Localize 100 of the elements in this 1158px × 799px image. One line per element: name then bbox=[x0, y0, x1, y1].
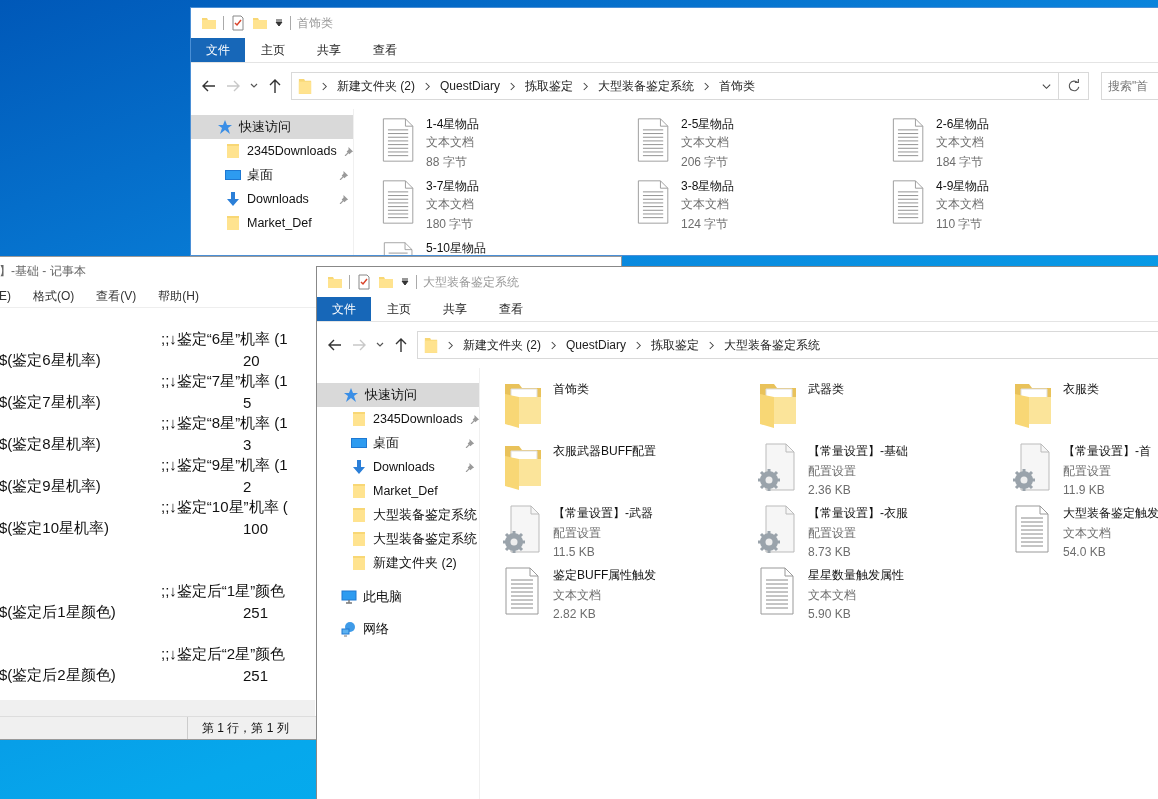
refresh-button[interactable] bbox=[1059, 72, 1089, 100]
sidebar-item[interactable]: 此电脑 bbox=[317, 583, 479, 611]
breadcrumb[interactable]: QuestDiary bbox=[566, 338, 627, 352]
sidebar-item[interactable]: 2345Downloads bbox=[317, 407, 479, 431]
file-name[interactable]: 大型装备鉴定触发 bbox=[1063, 505, 1158, 522]
pin-icon[interactable] bbox=[464, 461, 475, 473]
breadcrumb[interactable]: 首饰类 bbox=[719, 77, 756, 95]
up-arrow-icon[interactable] bbox=[267, 78, 283, 94]
checklist-icon[interactable] bbox=[356, 274, 372, 290]
pin-icon[interactable] bbox=[342, 145, 353, 157]
pin-icon[interactable] bbox=[468, 413, 479, 425]
file-name[interactable]: 首饰类 bbox=[553, 381, 589, 398]
breadcrumb[interactable]: QuestDiary bbox=[440, 79, 501, 93]
file-name[interactable]: 3-8星物品 bbox=[681, 180, 735, 193]
chevron-right-icon[interactable] bbox=[550, 340, 557, 350]
file-name[interactable]: 鉴定BUFF属性触发 bbox=[553, 567, 657, 584]
file-name[interactable]: 4-9星物品 bbox=[936, 180, 990, 193]
ribbon-tab[interactable]: 共享 bbox=[301, 38, 357, 62]
menu-item[interactable]: 帮助(H) bbox=[158, 287, 199, 305]
file-name[interactable]: 【常量设置】-武器 bbox=[553, 505, 653, 522]
file-name[interactable]: 衣服武器BUFF配置 bbox=[553, 443, 657, 460]
window-title: 大型装备鉴定系统 bbox=[423, 273, 519, 291]
sidebar-item[interactable]: 2345Downloads bbox=[191, 139, 353, 163]
file-name[interactable]: 【常量设置】-基础 bbox=[808, 443, 908, 460]
caret-icon[interactable] bbox=[274, 18, 284, 28]
file-name[interactable]: 星星数量触发属性 bbox=[808, 567, 904, 584]
checklist-icon[interactable] bbox=[230, 15, 246, 31]
address-bar[interactable]: 新建文件夹 (2) QuestDiary 拣取鉴定 大型装备鉴定系统 bbox=[417, 331, 1158, 359]
desktop-icon bbox=[351, 435, 367, 451]
sidebar-item[interactable]: 桌面 bbox=[317, 431, 479, 455]
file-name[interactable]: 1-4星物品 bbox=[426, 118, 480, 131]
chevron-right-icon[interactable] bbox=[447, 340, 454, 350]
sidebar-item[interactable]: 网络 bbox=[317, 615, 479, 643]
ribbon-tab[interactable]: 文件 bbox=[191, 38, 245, 62]
sidebar-item[interactable]: 大型装备鉴定系统 bbox=[317, 503, 479, 527]
breadcrumb[interactable]: 拣取鉴定 bbox=[651, 336, 700, 354]
breadcrumb[interactable]: 大型装备鉴定系统 bbox=[724, 336, 821, 354]
chevron-right-icon[interactable] bbox=[321, 81, 328, 91]
variable-value: 100 bbox=[243, 520, 269, 537]
chevron-right-icon[interactable] bbox=[708, 340, 716, 350]
breadcrumb[interactable]: 大型装备鉴定系统 bbox=[598, 77, 695, 95]
back-arrow-icon[interactable] bbox=[201, 78, 217, 94]
address-bar[interactable]: 新建文件夹 (2) QuestDiary 拣取鉴定 大型装备鉴定系统 首饰类 bbox=[291, 72, 1059, 100]
variable-value: 5 bbox=[243, 394, 252, 411]
ribbon-tab[interactable]: 文件 bbox=[317, 297, 371, 321]
menu-item[interactable]: E) bbox=[0, 289, 11, 303]
menu-item[interactable]: 格式(O) bbox=[33, 287, 75, 305]
file-size: 11.5 KB bbox=[553, 545, 596, 559]
file-size: 180 字节 bbox=[426, 216, 475, 233]
pin-icon[interactable] bbox=[338, 193, 349, 205]
sidebar-item[interactable]: Downloads bbox=[317, 455, 479, 479]
file-type: 文本文档 bbox=[936, 134, 985, 151]
sidebar-item[interactable]: Downloads bbox=[191, 187, 353, 211]
up-arrow-icon[interactable] bbox=[393, 337, 409, 353]
search-field[interactable]: 搜索"首 bbox=[1101, 72, 1158, 100]
folder-icon[interactable] bbox=[252, 15, 268, 31]
file-name[interactable]: 【常量设置】-首 bbox=[1063, 443, 1151, 460]
back-arrow-icon[interactable] bbox=[327, 337, 343, 353]
file-name[interactable]: 衣服类 bbox=[1063, 381, 1099, 398]
sidebar-item[interactable]: 快速访问 bbox=[191, 115, 353, 139]
folder-icon[interactable] bbox=[201, 15, 217, 31]
chevron-right-icon[interactable] bbox=[582, 81, 590, 91]
star-icon bbox=[343, 387, 359, 403]
menu-item[interactable]: 查看(V) bbox=[96, 287, 137, 305]
chevron-right-icon[interactable] bbox=[703, 81, 711, 91]
window-title: 】-基础 - 记事本 bbox=[0, 262, 86, 280]
folder-icon[interactable] bbox=[327, 274, 343, 290]
code-comment: ;;↓鉴定后“2星”颜色 bbox=[161, 645, 286, 664]
pin-icon[interactable] bbox=[338, 169, 349, 181]
file-size: 2.36 KB bbox=[808, 483, 852, 497]
sidebar-item[interactable]: 大型装备鉴定系统 bbox=[317, 527, 479, 551]
horizontal-scrollbar[interactable] bbox=[0, 700, 315, 716]
file-type: 配置设置 bbox=[1063, 463, 1112, 480]
ribbon-tab[interactable]: 共享 bbox=[427, 297, 483, 321]
caret-icon[interactable] bbox=[400, 277, 410, 287]
sidebar-item[interactable]: Market_Def bbox=[191, 211, 353, 235]
sidebar-item[interactable]: 快速访问 bbox=[317, 383, 479, 407]
chevron-right-icon[interactable] bbox=[509, 81, 517, 91]
sidebar-item[interactable]: Market_Def bbox=[317, 479, 479, 503]
sidebar-item[interactable]: 新建文件夹 (2) bbox=[317, 551, 479, 575]
ribbon-tab[interactable]: 查看 bbox=[483, 297, 539, 321]
file-name[interactable]: 5-10星物品 bbox=[426, 242, 487, 255]
window-title: 首饰类 bbox=[297, 14, 333, 32]
file-name[interactable]: 【常量设置】-衣服 bbox=[808, 505, 908, 522]
file-name[interactable]: 武器类 bbox=[808, 381, 844, 398]
ribbon-tab[interactable]: 查看 bbox=[357, 38, 413, 62]
file-name[interactable]: 2-5星物品 bbox=[681, 118, 735, 131]
breadcrumb[interactable]: 新建文件夹 (2) bbox=[337, 77, 415, 95]
sidebar-item[interactable]: 桌面 bbox=[191, 163, 353, 187]
chevron-right-icon[interactable] bbox=[635, 340, 643, 350]
pin-icon[interactable] bbox=[464, 437, 475, 449]
folder-icon[interactable] bbox=[378, 274, 394, 290]
ribbon-tab[interactable]: 主页 bbox=[245, 38, 301, 62]
breadcrumb[interactable]: 拣取鉴定 bbox=[525, 77, 574, 95]
file-type: 配置设置 bbox=[808, 463, 857, 480]
file-name[interactable]: 3-7星物品 bbox=[426, 180, 480, 193]
chevron-right-icon[interactable] bbox=[424, 81, 431, 91]
file-name[interactable]: 2-6星物品 bbox=[936, 118, 990, 131]
breadcrumb[interactable]: 新建文件夹 (2) bbox=[463, 336, 541, 354]
ribbon-tab[interactable]: 主页 bbox=[371, 297, 427, 321]
